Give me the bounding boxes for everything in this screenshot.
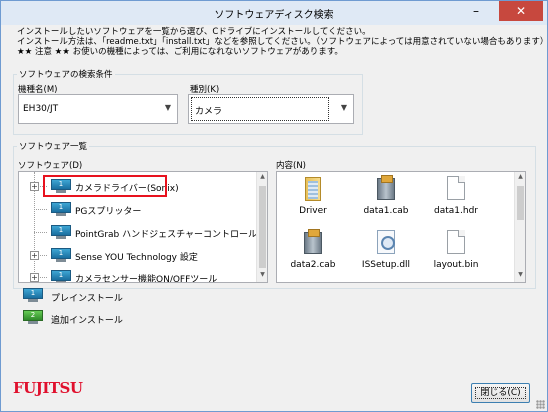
type-select[interactable]: カメラ ▼ <box>188 94 354 124</box>
content-list-label: 内容(N) <box>276 161 306 171</box>
document-icon <box>447 230 465 254</box>
file-item[interactable]: data1.hdr <box>424 176 488 216</box>
minimize-button[interactable]: – <box>463 1 489 21</box>
tree-item[interactable]: 1 PGスプリッター <box>19 202 259 217</box>
dll-icon <box>377 230 395 254</box>
expand-icon[interactable]: + <box>30 182 39 191</box>
file-name: ISSetup.dll <box>361 260 411 270</box>
tree-item[interactable]: + 1 Sense YOU Technology 設定 <box>19 248 259 263</box>
additional-install-monitor-icon: 2 <box>23 310 43 324</box>
file-name: Driver <box>299 206 327 216</box>
expand-icon[interactable]: + <box>30 273 39 282</box>
tree-line <box>34 232 47 233</box>
scroll-down-icon[interactable]: ▼ <box>258 271 267 281</box>
tree-item-label: PGスプリッター <box>75 207 142 217</box>
tree-line <box>40 277 47 278</box>
preinstall-monitor-icon: 1 <box>51 270 71 282</box>
preinstall-monitor-icon: 1 <box>23 288 43 302</box>
preinstall-monitor-icon: 1 <box>51 248 71 262</box>
model-select-value: EH30/JT <box>23 104 59 114</box>
chevron-down-icon: ▼ <box>164 103 171 112</box>
software-tree-label: ソフトウェア(D) <box>18 161 83 171</box>
legend-label: プレインストール <box>51 294 123 304</box>
chevron-down-icon: ▼ <box>340 103 347 112</box>
file-item[interactable]: ISSetup.dll <box>354 230 418 270</box>
model-select[interactable]: EH30/JT ▼ <box>18 94 178 124</box>
content-scrollbar[interactable]: ▲ ▼ <box>514 172 525 282</box>
file-name: layout.bin <box>433 260 479 270</box>
software-disk-search-window: ソフトウェアディスク検索 – ✕ インストールしたいソフトウェアを一覧から選び、… <box>0 0 548 412</box>
resize-grip-icon[interactable] <box>536 400 545 409</box>
tree-item[interactable]: 1 PointGrab ハンドジェスチャーコントロール <box>19 225 259 240</box>
fujitsu-logo: FUJITSU <box>13 379 83 397</box>
folder-icon <box>305 177 321 201</box>
file-name: data1.hdr <box>434 206 478 216</box>
legend-label: 追加インストール <box>51 316 123 326</box>
cab-archive-icon <box>304 229 322 254</box>
cab-archive-icon <box>377 175 395 200</box>
scrollbar-thumb[interactable] <box>517 186 524 220</box>
instruction-line-3: ★★ 注意 ★★ お使いの機種によっては、ご利用になれないソフトウェアがあります… <box>17 47 343 57</box>
scroll-up-icon[interactable]: ▲ <box>258 173 267 183</box>
type-select-value: カメラ <box>195 107 223 117</box>
scrollbar-thumb[interactable] <box>259 186 266 268</box>
preinstall-monitor-icon: 1 <box>51 225 71 239</box>
expand-icon[interactable]: + <box>30 251 39 260</box>
scroll-up-icon[interactable]: ▲ <box>516 173 525 183</box>
file-item[interactable]: data1.cab <box>354 175 418 216</box>
software-tree[interactable]: + 1 カメラドライバー(Sonix) 1 PGスプリッター 1 PointGr… <box>18 171 268 283</box>
scroll-down-icon[interactable]: ▼ <box>516 271 525 281</box>
close-button[interactable]: 閉じる(C) <box>471 383 530 403</box>
instruction-line-1: インストールしたいソフトウェアを一覧から選び、Cドライブにインストールしてくださ… <box>17 27 371 37</box>
title-bar[interactable]: ソフトウェアディスク検索 – ✕ <box>1 1 547 25</box>
tree-item-label: カメラセンサー機能ON/OFFツール <box>75 275 218 283</box>
tree-line <box>34 209 47 210</box>
instruction-line-2: インストール方法は、「readme.txt」「install.txt」などを参照… <box>17 37 548 47</box>
tree-item[interactable]: + 1 カメラセンサー機能ON/OFFツール <box>19 270 259 283</box>
document-icon <box>447 176 465 200</box>
tree-item-label: PointGrab ハンドジェスチャーコントロール <box>75 230 258 240</box>
file-name: data2.cab <box>290 260 336 270</box>
selected-item-highlight <box>43 175 167 197</box>
content-file-list[interactable]: Driver data1.cab data1.hdr data2.cab ISS… <box>276 171 526 283</box>
file-name: data1.cab <box>363 206 409 216</box>
file-item[interactable]: layout.bin <box>424 230 488 270</box>
tree-line <box>40 255 47 256</box>
file-item[interactable]: data2.cab <box>281 229 345 270</box>
search-conditions-label: ソフトウェアの検索条件 <box>17 68 115 80</box>
window-close-button[interactable]: ✕ <box>499 1 543 21</box>
tree-item-label: Sense YOU Technology 設定 <box>75 253 198 263</box>
software-list-label: ソフトウェア一覧 <box>17 140 90 152</box>
preinstall-monitor-icon: 1 <box>51 202 71 216</box>
file-item[interactable]: Driver <box>281 176 345 216</box>
instructions: インストールしたいソフトウェアを一覧から選び、Cドライブにインストールしてくださ… <box>17 27 548 57</box>
tree-scrollbar[interactable]: ▲ ▼ <box>256 172 267 282</box>
